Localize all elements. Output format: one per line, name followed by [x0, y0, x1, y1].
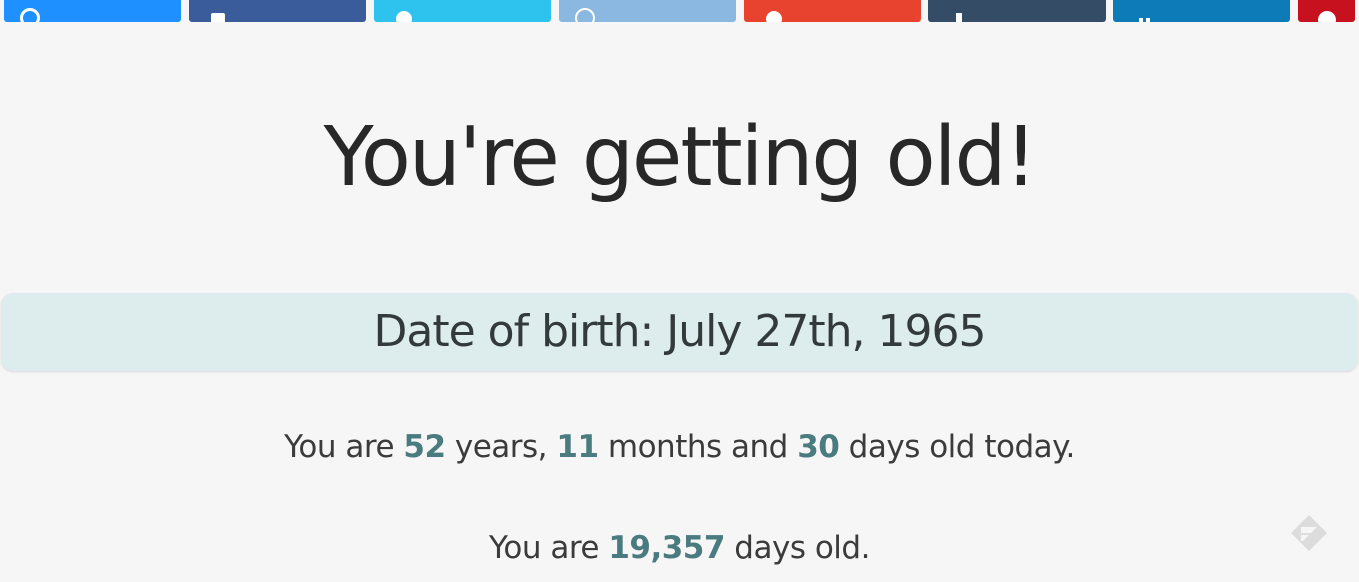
total-days: You are 19,357 days old. [0, 528, 1359, 568]
days-value: 30 [797, 429, 840, 465]
tumblr-icon [956, 13, 962, 22]
page-title: You're getting old! [323, 110, 1038, 205]
twitter-icon [396, 11, 412, 22]
total-days-prefix: You are [489, 530, 609, 566]
share-bar [0, 0, 1359, 22]
months-value: 11 [556, 429, 599, 465]
years-value: 52 [403, 429, 446, 465]
total-days-suffix: days old. [724, 530, 870, 566]
ring-icon [575, 8, 595, 22]
share-button-tumblr[interactable] [928, 0, 1106, 22]
days-label: days old today. [839, 429, 1076, 465]
facebook-icon [211, 13, 225, 22]
age-prefix: You are [284, 429, 404, 465]
years-label: years, [445, 429, 557, 465]
share-button-1[interactable] [4, 0, 181, 22]
date-of-birth-text: Date of birth: July 27th, 1965 [373, 306, 987, 357]
share-button-facebook[interactable] [189, 0, 366, 22]
date-of-birth-panel: Date of birth: July 27th, 1965 [1, 293, 1358, 371]
linkedin-icon [1139, 14, 1161, 22]
google-plus-icon [766, 11, 782, 22]
age-breakdown: You are 52 years, 11 months and 30 days … [0, 427, 1359, 467]
share-button-linkedin[interactable] [1113, 0, 1290, 22]
pinterest-icon [1318, 11, 1336, 22]
share-button-google-plus[interactable] [744, 0, 921, 22]
share-button-pinterest[interactable] [1298, 0, 1355, 22]
months-label: months and [598, 429, 798, 465]
c-icon [20, 8, 40, 22]
share-button-twitter[interactable] [374, 0, 551, 22]
feedback-icon[interactable] [1289, 513, 1329, 553]
total-days-value: 19,357 [608, 530, 725, 566]
share-button-4[interactable] [559, 0, 736, 22]
